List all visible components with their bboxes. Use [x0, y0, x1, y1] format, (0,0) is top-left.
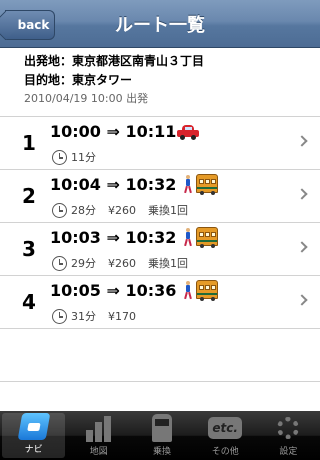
route-number: 2: [22, 184, 36, 208]
route-time: 10:04 ⇒ 10:32: [50, 175, 177, 194]
tab-label: 地図: [89, 447, 108, 457]
route-duration: 11分: [71, 151, 96, 164]
tab-label: 設定: [279, 447, 298, 457]
route-details: 11分: [52, 148, 96, 166]
clock-icon: [52, 202, 67, 218]
route-modes: [177, 125, 199, 140]
tab-label: 乗換: [153, 447, 172, 457]
gear-icon: [277, 417, 300, 439]
route-modes: [183, 174, 218, 195]
route-duration: 31分: [71, 310, 96, 323]
tab-settings[interactable]: 設定: [257, 411, 320, 460]
route-info: 出発地：東京都港区南青山３丁目 目的地：東京タワー 2010/04/19 10:…: [24, 52, 314, 108]
train-icon: [196, 227, 218, 248]
tab-navi[interactable]: ナビ: [2, 413, 66, 458]
empty-row: [0, 329, 320, 382]
chevron-right-icon: [296, 188, 308, 200]
origin-label: 出発地：東京都港区南青山３丁目: [24, 54, 205, 68]
departure-time-label: 2010/04/19 10:00 出発: [24, 92, 149, 105]
route-time: 10:05 ⇒ 10:36: [50, 281, 177, 300]
tab-map[interactable]: 地図: [67, 411, 130, 460]
route-time: 10:00 ⇒ 10:11: [50, 122, 177, 141]
clock-icon: [52, 255, 67, 271]
navi-icon: [17, 413, 50, 440]
route-duration: 29分: [71, 257, 96, 270]
route-number: 3: [22, 237, 36, 261]
tab-label: ナビ: [24, 445, 43, 455]
tab-transfer[interactable]: 乗換: [130, 411, 193, 460]
clock-icon: [52, 308, 67, 324]
navigation-bar: back ルート一覧: [0, 0, 320, 48]
clock-icon: [52, 149, 67, 165]
back-button[interactable]: back: [5, 10, 55, 40]
chevron-right-icon: [296, 135, 308, 147]
route-transfers: 乗換1回: [148, 204, 188, 217]
route-time: 10:03 ⇒ 10:32: [50, 228, 177, 247]
route-details: 29分 ¥260 乗換1回: [52, 254, 188, 272]
train-icon: [196, 280, 218, 301]
route-fare: ¥170: [108, 309, 136, 323]
route-fare: ¥260: [108, 203, 136, 217]
tab-other[interactable]: etc. その他: [194, 411, 257, 460]
walking-person-icon: [183, 280, 193, 299]
route-row-3[interactable]: 3 10:03 ⇒ 10:32 29分 ¥260 乗換1回: [0, 223, 320, 276]
route-number: 4: [22, 290, 36, 314]
walking-person-icon: [183, 227, 193, 246]
route-duration: 28分: [71, 204, 96, 217]
route-transfers: 乗換1回: [148, 257, 188, 270]
route-fare: ¥260: [108, 256, 136, 270]
map-icon: [85, 414, 113, 442]
car-icon: [177, 125, 199, 140]
chevron-right-icon: [296, 241, 308, 253]
route-details: 28分 ¥260 乗換1回: [52, 201, 188, 219]
tab-label: その他: [211, 447, 239, 457]
route-details: 31分 ¥170: [52, 307, 136, 325]
chevron-right-icon: [296, 294, 308, 306]
tab-bar: ナビ 地図 乗換 etc. その他 設定: [0, 411, 320, 460]
route-row-4[interactable]: 4 10:05 ⇒ 10:36 31分 ¥170: [0, 276, 320, 329]
back-button-label: back: [17, 18, 50, 32]
destination-label: 目的地：東京タワー: [24, 73, 133, 87]
page-title: ルート一覧: [115, 15, 205, 36]
route-list: 1 10:00 ⇒ 10:11 11分 2 10:04 ⇒ 10:32 28分 …: [0, 116, 320, 382]
train-icon: [196, 174, 218, 195]
train-icon: [152, 414, 172, 442]
route-row-1[interactable]: 1 10:00 ⇒ 10:11 11分: [0, 117, 320, 170]
route-modes: [183, 280, 218, 301]
route-modes: [183, 227, 218, 248]
etc-icon: etc.: [208, 417, 243, 439]
walking-person-icon: [183, 174, 193, 193]
route-row-2[interactable]: 2 10:04 ⇒ 10:32 28分 ¥260 乗換1回: [0, 170, 320, 223]
route-number: 1: [22, 131, 36, 155]
